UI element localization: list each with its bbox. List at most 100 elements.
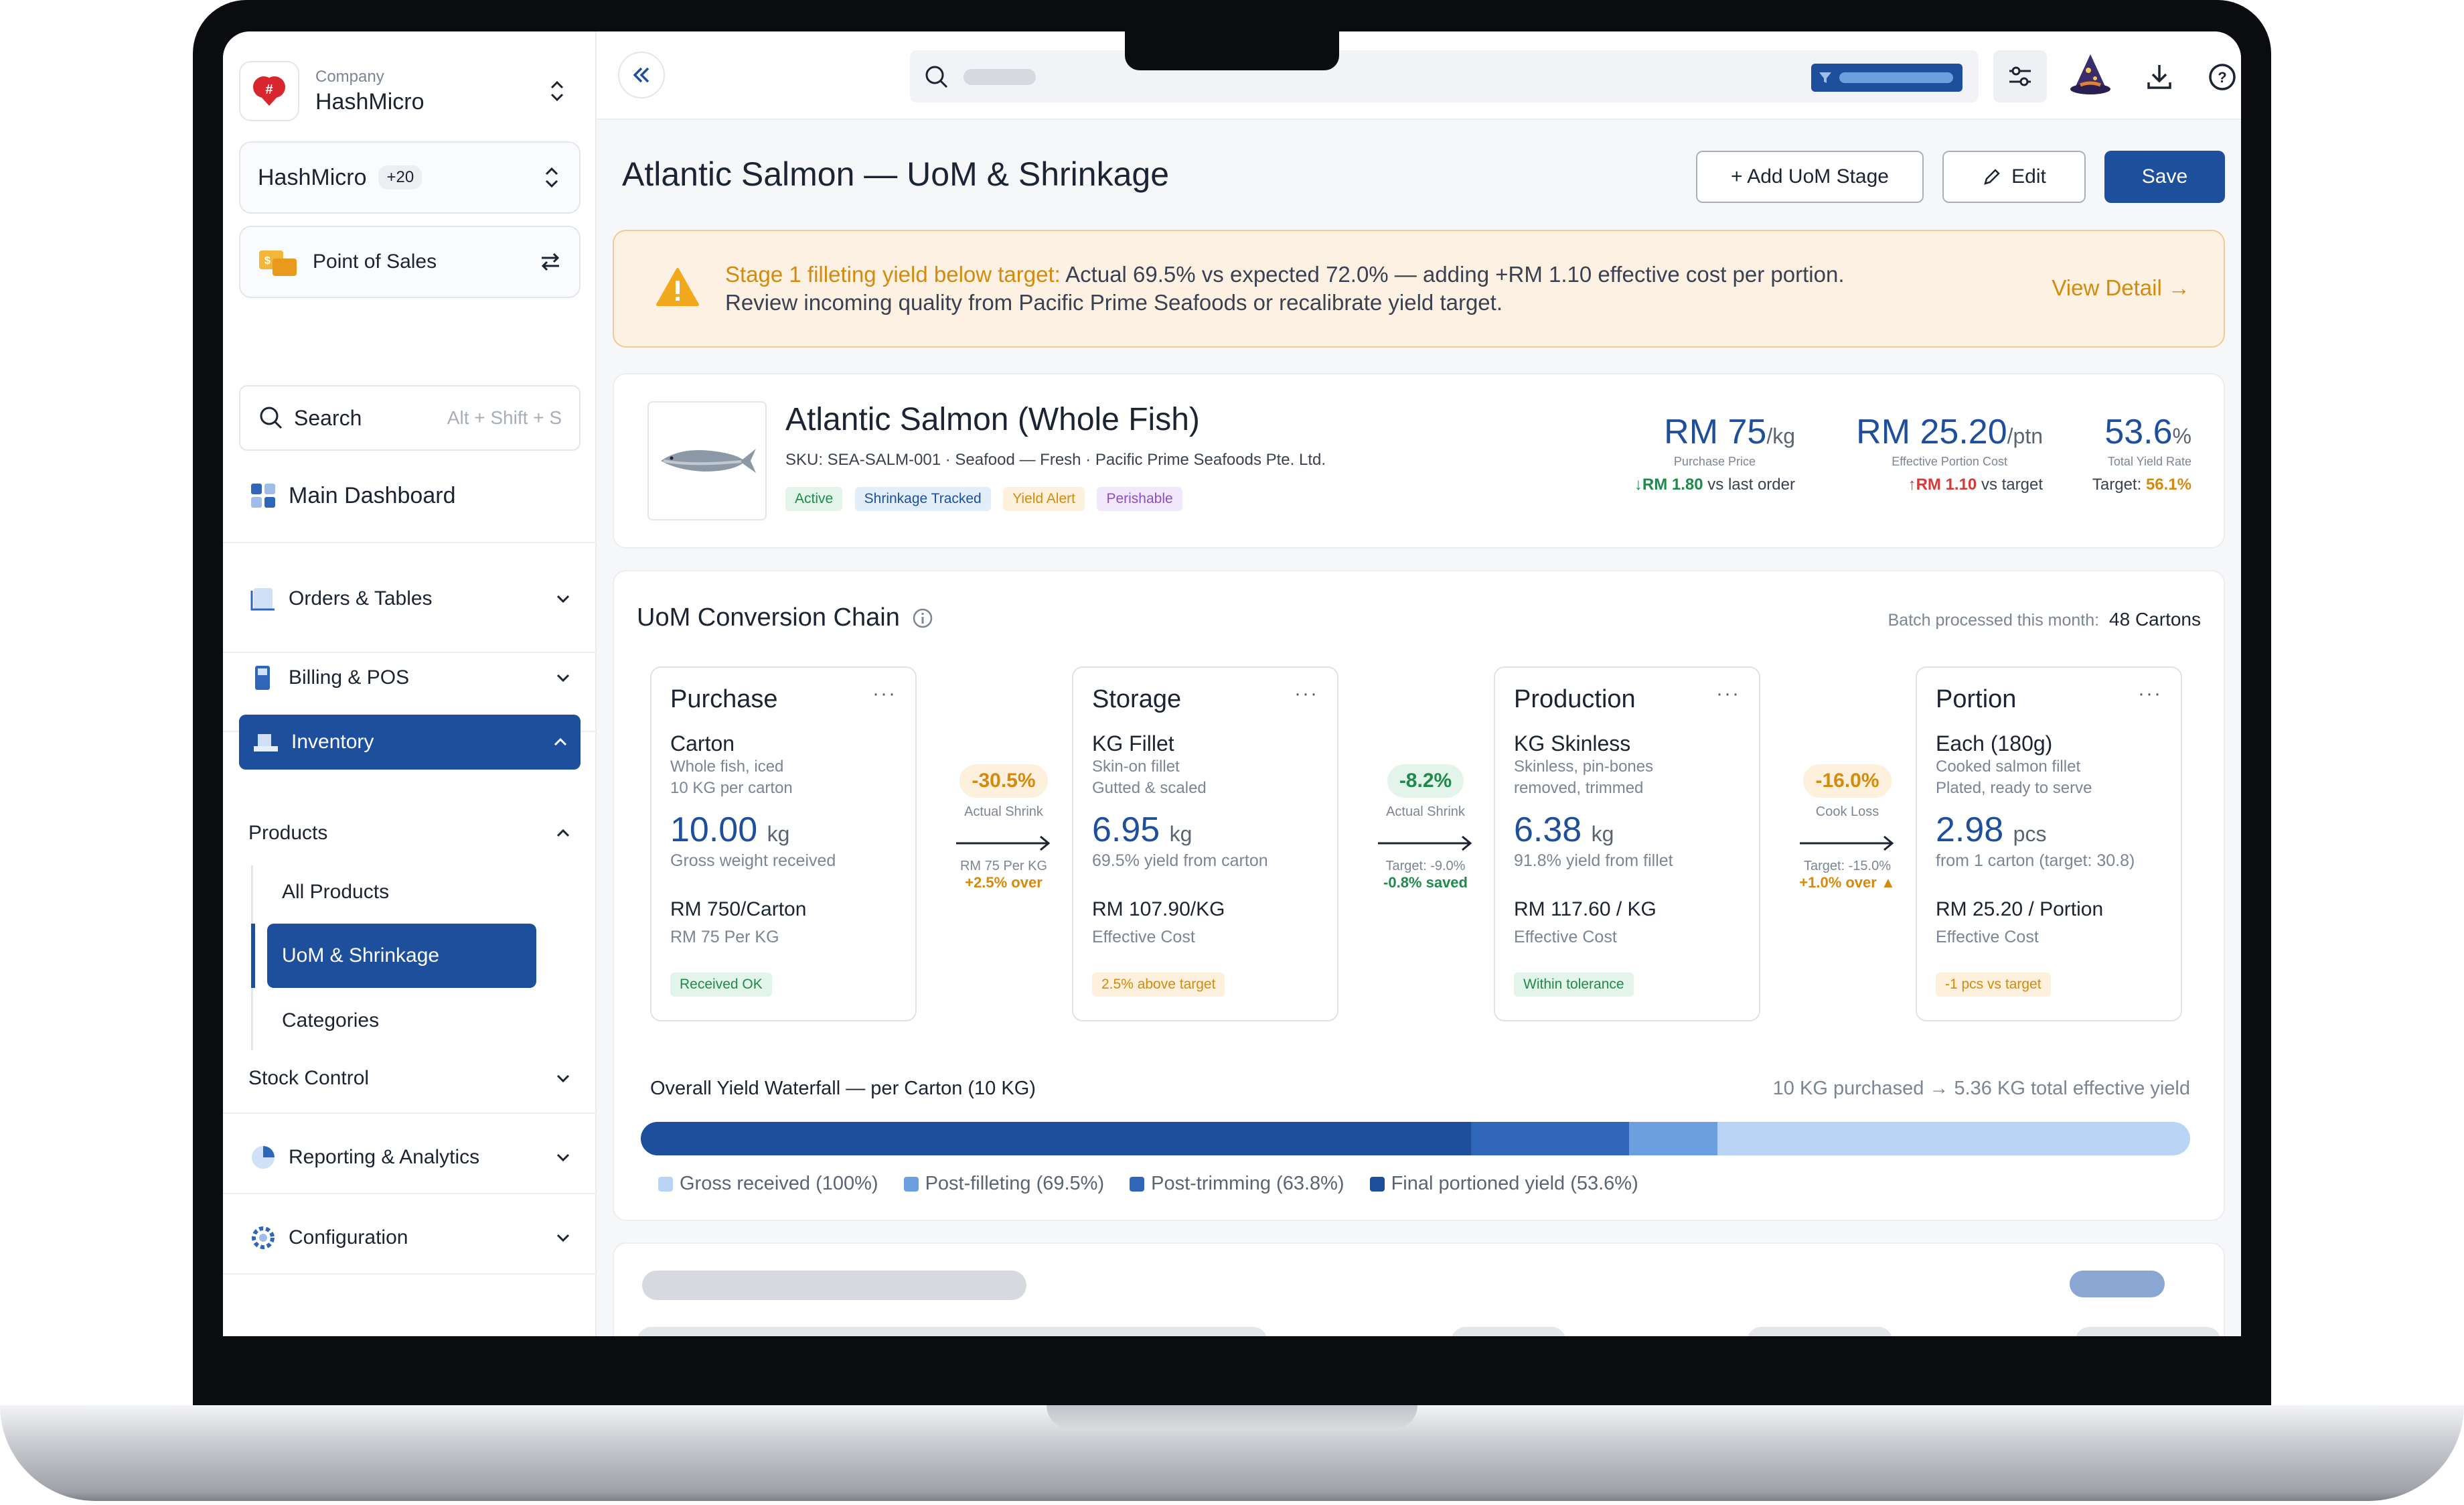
- switch-icon[interactable]: [539, 250, 562, 273]
- tag-perishable: Perishable: [1097, 487, 1182, 511]
- save-button[interactable]: Save: [2104, 151, 2225, 203]
- kpi-label: Effective Portion Cost: [1892, 455, 2007, 468]
- search-box[interactable]: Search Alt + Shift + S: [239, 385, 581, 451]
- nav-label: Configuration: [289, 1226, 408, 1248]
- chevron-down-icon: [554, 1069, 572, 1088]
- waterfall-summary: 10 KG purchased → 5.36 KG total effectiv…: [1772, 1078, 2190, 1099]
- nav-configuration[interactable]: Configuration: [236, 1221, 597, 1255]
- legend-label: Final portioned yield (53.6%): [1391, 1173, 1638, 1194]
- kpi-target: 56.1%: [2145, 476, 2191, 494]
- module-switcher[interactable]: $ Point of Sales: [239, 226, 581, 298]
- divider: [223, 1113, 597, 1114]
- stage-card-portion[interactable]: ··· Portion Each (180g) Cooked salmon fi…: [1916, 666, 2182, 1021]
- chevron-updown-icon[interactable]: [547, 78, 567, 104]
- nav-uom-shrinkage[interactable]: UoM & Shrinkage: [267, 924, 536, 988]
- more-options-icon[interactable]: ···: [1716, 683, 1740, 705]
- more-options-icon[interactable]: ···: [1294, 683, 1318, 705]
- company-label: Company: [315, 67, 384, 86]
- stage-price-note: Effective Cost: [1092, 928, 1195, 946]
- kpi-delta: ↓RM 1.80: [1634, 476, 1703, 494]
- download-icon[interactable]: [2145, 62, 2174, 92]
- shrink-label: Actual Shrink: [964, 804, 1043, 819]
- shrink-pill: -8.2%: [1387, 764, 1464, 798]
- yield-waterfall-bar: [641, 1122, 2190, 1155]
- settings-sliders-button[interactable]: [1993, 50, 2047, 102]
- stage-badge: -1 pcs vs target: [1936, 973, 2051, 997]
- edit-button[interactable]: Edit: [1942, 151, 2086, 203]
- laptop-base-notch: [1047, 1405, 1417, 1429]
- stage-badge: Received OK: [670, 973, 772, 997]
- nav-stock-control[interactable]: Stock Control: [236, 1062, 597, 1095]
- collapse-sidebar-button[interactable]: [618, 52, 665, 98]
- view-detail-link[interactable]: View Detail →: [2052, 275, 2190, 301]
- stage-price: RM 107.90/KG: [1092, 898, 1225, 920]
- divider: [223, 542, 597, 543]
- nav-all-products[interactable]: All Products: [282, 875, 576, 909]
- stage-badge: Within tolerance: [1514, 973, 1634, 997]
- module-name: Point of Sales: [313, 250, 437, 273]
- nav-categories[interactable]: Categories: [282, 1004, 576, 1037]
- stage-card-storage[interactable]: ··· Storage KG Fillet Skin-on fillet Gut…: [1072, 666, 1338, 1021]
- stage-qty: 10.00: [670, 810, 758, 849]
- stage-unit: KG Fillet: [1092, 731, 1174, 756]
- legend-item: Post-filleting (69.5%): [903, 1173, 1104, 1195]
- help-icon[interactable]: ?: [2208, 62, 2237, 92]
- nav-reporting[interactable]: Reporting & Analytics: [236, 1141, 597, 1174]
- batch-label: Batch processed this month:: [1888, 611, 2100, 630]
- product-tags: Active Shrinkage Tracked Yield Alert Per…: [785, 487, 1192, 511]
- topbar: ?: [597, 31, 2241, 120]
- stage-price: RM 25.20 / Portion: [1936, 898, 2104, 920]
- skeleton-bar: [2075, 1327, 2221, 1336]
- pos-icon: $: [258, 245, 298, 279]
- divider: [223, 1273, 597, 1275]
- nav-orders-tables[interactable]: Orders & Tables: [236, 582, 597, 616]
- stage-card-purchase[interactable]: ··· Purchase Carton Whole fish, iced 10 …: [650, 666, 917, 1021]
- org-name: HashMicro: [258, 164, 367, 190]
- skeleton-bar: [2070, 1271, 2165, 1297]
- add-uom-stage-button[interactable]: + Add UoM Stage: [1696, 151, 1924, 203]
- wizard-hat-icon[interactable]: [2067, 52, 2114, 98]
- filter-chip[interactable]: [1811, 64, 1962, 92]
- connector-variance: -0.8% saved: [1383, 874, 1468, 891]
- stage-unit: Carton: [670, 731, 735, 756]
- arrow-right-icon: [1798, 833, 1896, 853]
- nav-billing-pos[interactable]: Billing & POS: [236, 661, 597, 695]
- org-switcher[interactable]: HashMicro +20: [239, 141, 581, 214]
- stage-qty-unit: kg: [767, 822, 790, 846]
- stage-qty: 2.98: [1936, 810, 2004, 849]
- chevron-updown-icon[interactable]: [542, 164, 562, 191]
- inventory-icon: [252, 729, 279, 756]
- nav-label: Main Dashboard: [289, 482, 456, 508]
- billing-icon: [250, 664, 277, 691]
- search-icon: [258, 405, 285, 431]
- nav-main-dashboard[interactable]: Main Dashboard: [236, 479, 597, 512]
- uom-conversion-chain-card: UoM Conversion Chain Batch processed thi…: [613, 570, 2225, 1221]
- nav-label: Reporting & Analytics: [289, 1146, 480, 1168]
- svg-text:$: $: [264, 255, 271, 267]
- legend-swatch: [1369, 1176, 1385, 1192]
- double-chevron-left-icon: [631, 64, 652, 86]
- stage-desc: Plated, ready to serve: [1936, 779, 2092, 797]
- legend-swatch: [903, 1176, 919, 1192]
- stage-card-production[interactable]: ··· Production KG Skinless Skinless, pin…: [1494, 666, 1760, 1021]
- kpi-label: Purchase Price: [1673, 455, 1756, 468]
- nav-inventory[interactable]: Inventory: [239, 715, 581, 770]
- search-skeleton: [964, 69, 1036, 85]
- info-icon[interactable]: [912, 607, 933, 629]
- products-tree-active-line: [251, 924, 255, 988]
- more-options-icon[interactable]: ···: [872, 683, 897, 705]
- nav-products[interactable]: Products: [236, 816, 597, 850]
- more-options-icon[interactable]: ···: [2138, 683, 2162, 705]
- company-switcher[interactable]: # Company HashMicro: [239, 54, 581, 128]
- chevron-down-icon: [554, 1228, 572, 1247]
- tag-shrinkage-tracked: Shrinkage Tracked: [854, 487, 991, 511]
- sidebar: # Company HashMicro HashMicro +20 $ Poin…: [223, 31, 597, 1336]
- global-search-bar[interactable]: [910, 50, 1979, 102]
- stage-unit: KG Skinless: [1514, 731, 1631, 756]
- connector-3: -16.0% Cook Loss Target: -15.0% +1.0% ov…: [1770, 666, 1925, 1021]
- stage-price-note: RM 75 Per KG: [670, 928, 779, 946]
- stage-title: Purchase: [670, 685, 778, 713]
- chevron-up-icon: [551, 733, 570, 751]
- stage-qty-unit: kg: [1591, 822, 1614, 846]
- kpi-target-label: Target:: [2092, 476, 2146, 494]
